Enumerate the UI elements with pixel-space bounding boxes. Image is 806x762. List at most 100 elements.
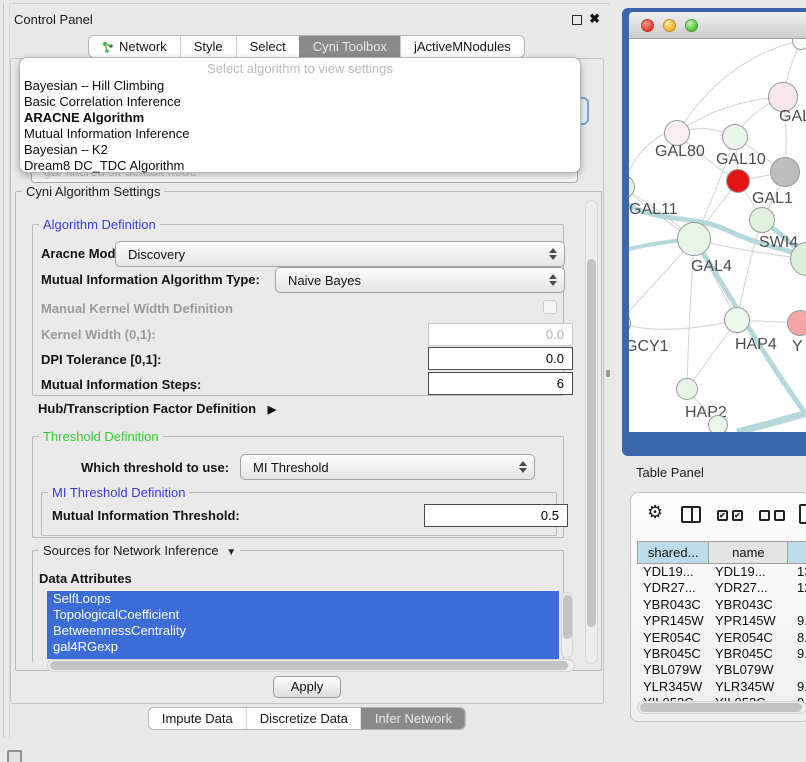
tab-infer-network[interactable]: Infer Network xyxy=(361,708,465,729)
table-row[interactable]: YBR043C YBR043C xyxy=(637,597,806,613)
hub-definition-label: Hub/Transcription Factor Definition xyxy=(38,401,256,416)
tab-network[interactable]: Network xyxy=(89,36,180,57)
tab-discretize-data[interactable]: Discretize Data xyxy=(246,708,361,729)
network-node[interactable] xyxy=(708,415,728,432)
threshold-definition-title: Threshold Definition xyxy=(39,429,163,444)
scrollbar-thumb[interactable] xyxy=(587,259,596,627)
mi-algorithm-type-combobox[interactable]: Naive Bayes xyxy=(275,267,565,293)
select-all-checkbox-icon[interactable]: ✔ xyxy=(732,510,743,521)
cell-value: 9. xyxy=(789,646,806,662)
scrollbar-thumb[interactable] xyxy=(563,595,572,639)
cell-shared-name: YER054C xyxy=(637,630,709,646)
gear-icon[interactable]: ⚙ xyxy=(647,502,663,523)
splitter-handle[interactable] xyxy=(606,370,610,377)
table-row[interactable]: YER054C YER054C 8. xyxy=(637,630,806,646)
algorithm-option[interactable]: Bayesian – K2 xyxy=(20,142,580,158)
table-row[interactable]: YDL19... YDL19... 13 xyxy=(637,564,806,580)
network-node[interactable] xyxy=(770,157,800,187)
attribute-list-item[interactable]: SelfLoops xyxy=(47,591,559,607)
algorithm-option[interactable]: Bayesian – Hill Climbing xyxy=(20,78,580,94)
zoom-traffic-light-icon[interactable] xyxy=(685,19,698,32)
tab-style[interactable]: Style xyxy=(180,36,236,57)
apply-button[interactable]: Apply xyxy=(273,676,341,698)
column-header-name[interactable]: name xyxy=(709,542,788,563)
network-tab-icon xyxy=(102,41,114,53)
tab-cyni-toolbox[interactable]: Cyni Toolbox xyxy=(299,36,400,57)
cell-shared-name: YLR345W xyxy=(637,679,709,695)
docked-panel-icon[interactable] xyxy=(7,750,22,762)
network-node-label: HAP4 xyxy=(735,336,777,354)
aracne-mode-combobox[interactable]: Discovery xyxy=(115,241,565,267)
network-node[interactable] xyxy=(787,310,806,336)
attribute-list-item[interactable]: gal4RGexp xyxy=(47,639,559,655)
which-threshold-combobox[interactable]: MI Threshold xyxy=(240,454,535,480)
cell-value: 8. xyxy=(789,630,806,646)
table-row[interactable]: YBR045C YBR045C 9. xyxy=(637,646,806,662)
document-icon[interactable] xyxy=(799,504,806,524)
settings-horizontal-scrollbar[interactable] xyxy=(47,659,575,672)
mi-threshold-field[interactable]: 0.5 xyxy=(424,504,568,527)
stepper-icon xyxy=(519,461,527,473)
deselect-all-checkbox-icon[interactable] xyxy=(774,510,785,521)
select-all-checkbox-icon[interactable]: ✔ xyxy=(717,510,728,521)
settings-vertical-scrollbar[interactable] xyxy=(585,200,598,664)
table-row[interactable]: YPR145W YPR145W 9. xyxy=(637,613,806,629)
tab-network-label: Network xyxy=(119,39,167,54)
cell-value: 12 xyxy=(789,580,806,596)
stepper-icon xyxy=(549,274,557,286)
close-icon[interactable]: ✖ xyxy=(589,11,600,27)
control-panel-titlebar: Control Panel ✖ xyxy=(6,8,608,32)
tab-select[interactable]: Select xyxy=(236,36,299,57)
hub-definition-expander[interactable]: Hub/Transcription Factor Definition ▶ xyxy=(38,401,276,416)
minimize-traffic-light-icon[interactable] xyxy=(663,19,676,32)
algorithm-option[interactable]: Dream8 DC_TDC Algorithm xyxy=(20,158,580,174)
table-row[interactable]: YDR27... YDR27... 12 xyxy=(637,580,806,596)
dpi-tolerance-field[interactable]: 0.0 xyxy=(428,347,573,370)
network-node[interactable] xyxy=(726,169,750,193)
panel-left-border-outer xyxy=(3,3,4,738)
float-window-icon[interactable] xyxy=(572,15,582,25)
network-node[interactable] xyxy=(722,124,748,150)
mi-threshold-label: Mutual Information Threshold: xyxy=(52,508,240,523)
network-node-label: GAL1 xyxy=(752,190,793,208)
control-panel-title: Control Panel xyxy=(14,12,93,27)
mi-steps-label: Mutual Information Steps: xyxy=(41,377,201,392)
kernel-width-field[interactable]: 0.0 xyxy=(428,323,573,346)
mi-steps-field[interactable]: 6 xyxy=(428,372,573,395)
cyni-bottom-tabbar: Impute Data Discretize Data Infer Networ… xyxy=(148,707,466,730)
tab-impute-data[interactable]: Impute Data xyxy=(149,708,246,729)
attributes-scrollbar[interactable] xyxy=(561,592,573,658)
table-row[interactable]: YLR345W YLR345W 9. xyxy=(637,679,806,695)
manual-kernel-width-label: Manual Kernel Width Definition xyxy=(41,301,233,316)
column-header-partial[interactable] xyxy=(788,542,806,563)
algorithm-option[interactable]: Basic Correlation Inference xyxy=(20,94,580,110)
network-node[interactable] xyxy=(676,378,698,400)
tab-discretize-data-label: Discretize Data xyxy=(260,711,348,726)
tab-jactivemnodules[interactable]: jActiveMNodules xyxy=(400,36,524,57)
sources-title[interactable]: Sources for Network Inference ▼ xyxy=(39,543,240,560)
algorithm-option-selected[interactable]: ARACNE Algorithm xyxy=(20,110,580,126)
network-window-titlebar[interactable] xyxy=(629,12,806,39)
threshold-definition-group: Threshold Definition Which threshold to … xyxy=(32,436,564,538)
attribute-list-item[interactable]: BetweennessCentrality xyxy=(47,623,559,639)
manual-kernel-width-checkbox[interactable] xyxy=(543,300,557,314)
cell-name: YBR045C xyxy=(709,646,789,662)
table-row[interactable]: YBL079W YBL079W xyxy=(637,662,806,678)
network-node[interactable] xyxy=(724,307,750,333)
network-node[interactable] xyxy=(749,207,775,233)
algorithm-option[interactable]: Mutual Information Inference xyxy=(20,126,580,142)
algorithm-definition-group: Algorithm Definition Aracne Mode: Discov… xyxy=(32,224,564,396)
column-header-shared-name[interactable]: shared... xyxy=(638,542,709,563)
attribute-list-item[interactable]: TopologicalCoefficient xyxy=(47,607,559,623)
scrollbar-thumb[interactable] xyxy=(640,703,802,712)
network-node-label: GCY1 xyxy=(629,338,669,356)
data-attributes-list[interactable]: SelfLoops TopologicalCoefficient Between… xyxy=(47,591,559,659)
scrollbar-thumb[interactable] xyxy=(50,661,568,670)
columns-view-icon[interactable] xyxy=(681,506,701,523)
network-node[interactable] xyxy=(677,222,711,256)
network-canvas[interactable]: GALGAL80GAL10GAL1GAL11SWI4GAL4GCY1HAP4YH… xyxy=(629,39,806,432)
deselect-all-checkbox-icon[interactable] xyxy=(759,510,770,521)
network-node-label: GAL4 xyxy=(691,258,732,276)
close-traffic-light-icon[interactable] xyxy=(641,19,654,32)
table-horizontal-scrollbar[interactable] xyxy=(637,701,806,714)
